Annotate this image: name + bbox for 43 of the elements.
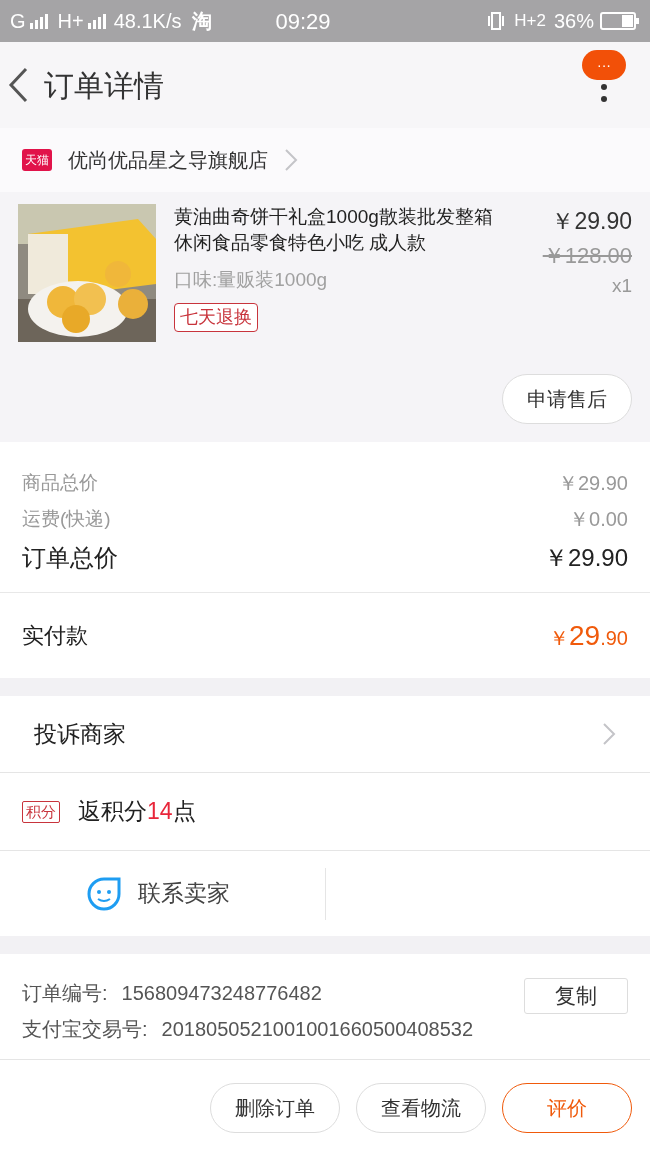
product-price: ￥29.90	[551, 207, 632, 236]
cost-value: ￥29.90	[543, 543, 628, 573]
order-info-label: 支付宝交易号:	[22, 1017, 148, 1042]
after-sale-button[interactable]: 申请售后	[502, 374, 632, 424]
points-text: 返积分14点	[78, 797, 196, 827]
copy-button[interactable]: 复制	[524, 978, 628, 1014]
chevron-icon	[602, 722, 616, 746]
order-info-value: 156809473248776482	[121, 981, 322, 1006]
cost-label: 订单总价	[22, 543, 118, 573]
shop-name[interactable]: 优尚优品星之导旗舰店	[68, 145, 268, 175]
quantity-label: x1	[611, 273, 632, 298]
order-info-label: 订单编号:	[22, 981, 108, 1006]
return-policy-tag: 七天退换	[174, 302, 258, 332]
cost-label: 运费(快递)	[22, 506, 111, 531]
payment-amount: ￥29.90	[549, 618, 628, 653]
cost-value: ￥29.90	[557, 471, 628, 496]
chat-bubble-icon	[86, 875, 122, 912]
signal-icon	[87, 13, 106, 29]
points-badge: 积分	[22, 800, 60, 823]
battery-icon	[600, 12, 640, 30]
action-button[interactable]: 删除订单	[210, 1082, 340, 1133]
cost-value: ￥0.00	[569, 507, 628, 532]
more-icon[interactable]	[601, 84, 607, 102]
time-label: 09:29	[275, 7, 331, 36]
page-title: 订单详情	[44, 67, 164, 104]
complaint-link[interactable]: 投诉商家	[34, 716, 126, 752]
action-button[interactable]: 查看物流	[356, 1082, 486, 1133]
network-label: H+	[57, 9, 84, 34]
notification-badge: ···	[582, 50, 626, 80]
cost-label: 商品总价	[22, 470, 98, 495]
battery-label: 36%	[553, 9, 594, 34]
original-price: ￥128.00	[542, 241, 632, 270]
vibrate-icon	[486, 11, 507, 31]
product-title[interactable]: 黄油曲奇饼干礼盒1000g散装批发整箱休闲食品零食特色小吃 成人款	[174, 204, 504, 256]
product-variant: 口味:量贩装1000g	[174, 268, 329, 292]
tmall-logo: 天猫	[22, 149, 52, 171]
payment-label: 实付款	[22, 622, 88, 650]
network-label: G	[10, 9, 26, 34]
app-icon: 淘	[191, 6, 212, 36]
speed-label: 48.1K/s	[113, 9, 182, 34]
signal-icon	[29, 13, 48, 29]
order-info-value: 2018050521001001660500408532	[161, 1017, 473, 1042]
network-label: H+2	[514, 10, 546, 33]
